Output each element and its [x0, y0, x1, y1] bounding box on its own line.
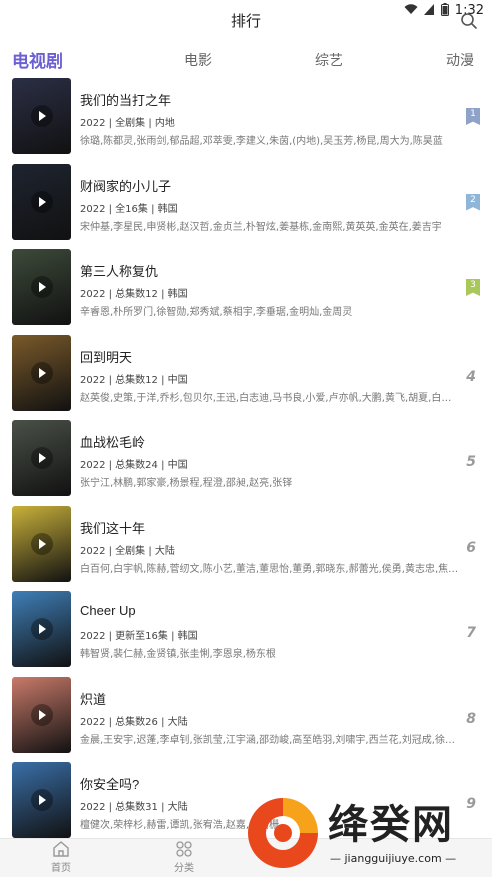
poster-thumbnail[interactable]	[12, 78, 71, 154]
play-icon	[30, 361, 53, 384]
play-icon	[30, 703, 53, 726]
show-cast: 檀健次,荣梓杉,赫雷,谭凯,张宥浩,赵嘉,曲栅栅	[80, 820, 280, 831]
poster-thumbnail[interactable]	[12, 420, 71, 496]
poster-thumbnail[interactable]	[12, 505, 71, 582]
poster-thumbnail[interactable]	[12, 163, 71, 240]
play-icon	[30, 447, 53, 469]
poster-thumbnail[interactable]	[12, 676, 71, 753]
home-icon	[53, 841, 69, 857]
show-cast: 徐璐,陈都灵,张雨剑,郁品超,邓萃雯,李建义,朱茵,(内地),吴玉芳,杨昆,周大…	[80, 136, 443, 147]
poster-thumbnail[interactable]	[12, 334, 71, 411]
show-meta: 2022 | 全剧集 | 大陆	[80, 545, 175, 557]
rank-number: 5	[466, 454, 476, 470]
nav-category[interactable]: 分类	[154, 841, 214, 874]
show-meta: 2022 | 总集数24 | 中国	[80, 460, 188, 471]
tab-tv-series[interactable]: 电视剧	[12, 47, 63, 72]
show-meta: 2022 | 全剧集 | 内地	[80, 118, 175, 129]
search-icon	[461, 13, 477, 29]
show-title[interactable]: 炽道	[80, 689, 106, 708]
rank-number: 4	[466, 368, 476, 385]
show-meta: 2022 | 全16集 | 韩国	[80, 203, 178, 215]
page-title: 排行	[230, 12, 261, 30]
rank-badge: 2	[466, 193, 480, 211]
search-button[interactable]	[460, 12, 478, 30]
show-meta: 2022 | 总集数12 | 中国	[80, 374, 188, 386]
top-bar: 排行	[0, 8, 492, 36]
play-icon	[30, 105, 53, 127]
show-meta: 2022 | 总集数26 | 大陆	[80, 716, 188, 728]
ranking-list: 我们的当打之年 2022 | 全剧集 | 内地徐璐,陈都灵,张雨剑,郁品超,邓萃雯…	[0, 78, 492, 848]
show-cast: 宋仲基,李星民,申贤彬,赵汉哲,金贞兰,朴智炫,姜基栋,金南熙,黄英英,金英在,…	[80, 221, 442, 233]
poster-thumbnail[interactable]	[12, 591, 71, 667]
show-title[interactable]: 我们这十年	[80, 518, 145, 537]
rank-number: 6	[466, 539, 476, 556]
ranking-item[interactable]: Cheer Up 2022 | 更新至16集 | 韩国韩智贤,裴仁赫,金贤镇,张圭…	[0, 591, 492, 677]
show-cast: 韩智贤,裴仁赫,金贤镇,张圭悧,李恩泉,杨东根	[80, 649, 276, 660]
show-cast: 白百何,白宇帆,陈赫,菅纫文,陈小艺,董洁,董思怡,董勇,郭晓东,郝蕾光,侯勇,…	[80, 563, 460, 575]
ranking-item[interactable]: 回到明天 2022 | 总集数12 | 中国赵英俊,史策,于洋,乔杉,包贝尔,王迅…	[0, 334, 492, 421]
ranking-item[interactable]: 第三人称复仇 2022 | 总集数12 | 韩国辛睿恩,朴所罗门,徐智勋,郑秀斌,…	[0, 249, 492, 335]
poster-thumbnail[interactable]	[12, 762, 71, 838]
nav-category-label: 分类	[174, 863, 194, 874]
show-title[interactable]: 财阀家的小儿子	[80, 176, 171, 195]
ranking-item[interactable]: 炽道 2022 | 总集数26 | 大陆金晨,王安宇,迟蓬,李卓钊,张凯莹,江宇涵…	[0, 676, 492, 763]
rank-number: 8	[466, 710, 476, 727]
show-meta: 2022 | 总集数12 | 韩国	[80, 289, 188, 300]
show-cast: 金晨,王安宇,迟蓬,李卓钊,张凯莹,江宇涵,邵劲峻,高至皓羽,刘啸宇,西兰花,刘…	[80, 734, 460, 746]
tab-variety[interactable]: 综艺	[315, 50, 343, 70]
rank-badge: 3	[466, 279, 480, 296]
ranking-item[interactable]: 我们的当打之年 2022 | 全剧集 | 内地徐璐,陈都灵,张雨剑,郁品超,邓萃雯…	[0, 78, 492, 164]
show-cast: 张宁江,林鹏,郭家豪,杨景程,程澄,邵昶,赵亮,张铎	[80, 478, 293, 489]
ranking-item[interactable]: 财阀家的小儿子 2022 | 全16集 | 韩国宋仲基,李星民,申贤彬,赵汉哲,金…	[0, 163, 492, 250]
tab-movies[interactable]: 电影	[184, 50, 212, 70]
ranking-item[interactable]: 我们这十年 2022 | 全剧集 | 大陆白百何,白宇帆,陈赫,菅纫文,陈小艺,董…	[0, 505, 492, 592]
show-cast: 赵英俊,史策,于洋,乔杉,包贝尔,王迅,白志迪,马书良,小爱,卢亦帆,大鹏,黄飞…	[80, 392, 460, 404]
rank-number: 7	[466, 625, 476, 641]
show-title[interactable]: 你安全吗?	[80, 774, 139, 793]
play-icon	[30, 618, 53, 640]
poster-thumbnail[interactable]	[12, 249, 71, 325]
nav-home-label: 首页	[51, 863, 71, 874]
play-icon	[30, 276, 53, 298]
ranking-item[interactable]: 血战松毛岭 2022 | 总集数24 | 中国张宁江,林鹏,郭家豪,杨景程,程澄,…	[0, 420, 492, 506]
show-cast: 辛睿恩,朴所罗门,徐智勋,郑秀斌,蔡相宇,李垂琚,金明灿,金周灵	[80, 307, 353, 318]
show-title[interactable]: Cheer Up	[80, 603, 136, 618]
nav-home[interactable]: 首页	[31, 841, 91, 874]
bottom-nav: 首页 分类	[0, 838, 492, 877]
tab-anime[interactable]: 动漫	[446, 50, 474, 70]
show-title[interactable]: 我们的当打之年	[80, 90, 171, 109]
play-icon	[30, 789, 53, 811]
show-meta: 2022 | 更新至16集 | 韩国	[80, 631, 198, 642]
play-icon	[30, 532, 53, 555]
grid-icon	[176, 841, 192, 857]
category-tabs: 电视剧 电影 综艺 动漫	[0, 44, 492, 78]
play-icon	[30, 190, 53, 213]
ranking-item[interactable]: 你安全吗? 2022 | 总集数31 | 大陆檀健次,荣梓杉,赫雷,谭凯,张宥浩,…	[0, 762, 492, 848]
show-title[interactable]: 第三人称复仇	[80, 261, 158, 280]
show-meta: 2022 | 总集数31 | 大陆	[80, 802, 188, 813]
rank-badge: 1	[466, 108, 480, 125]
show-title[interactable]: 回到明天	[80, 347, 132, 366]
show-title[interactable]: 血战松毛岭	[80, 432, 145, 451]
rank-number: 9	[466, 796, 476, 812]
